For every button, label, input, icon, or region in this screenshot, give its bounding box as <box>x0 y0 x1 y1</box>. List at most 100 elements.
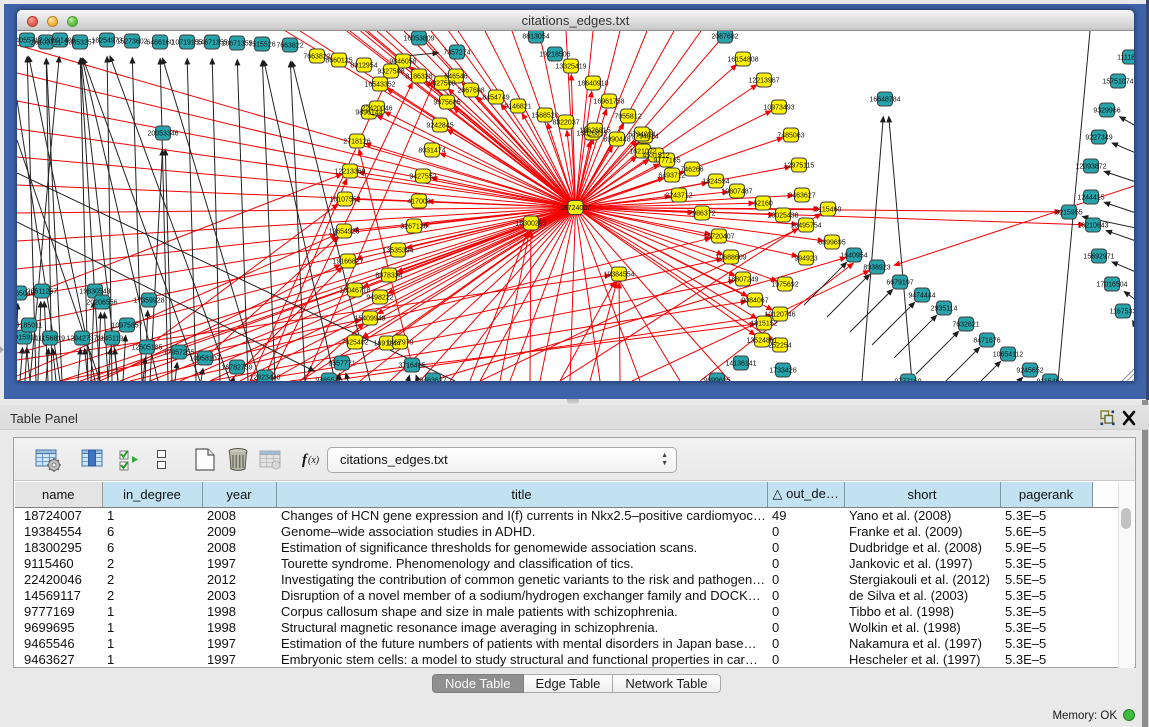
svg-text:10120746: 10120746 <box>764 311 795 318</box>
svg-text:8185011: 8185011 <box>17 322 42 329</box>
svg-text:8215955: 8215955 <box>1055 209 1082 216</box>
svg-text:9657771: 9657771 <box>328 360 355 367</box>
svg-text:6794024: 6794024 <box>628 131 655 138</box>
svg-text:9777165: 9777165 <box>653 157 680 164</box>
svg-text:8813054: 8813054 <box>522 33 549 40</box>
svg-text:8899695: 8899695 <box>818 239 845 246</box>
svg-text:9327508: 9327508 <box>428 80 455 87</box>
svg-text:7986372: 7986372 <box>688 210 715 217</box>
svg-text:6493712: 6493712 <box>658 172 685 179</box>
svg-text:14136141: 14136141 <box>725 360 756 367</box>
svg-text:8186328: 8186328 <box>405 73 432 80</box>
svg-text:13535394: 13535394 <box>382 247 413 254</box>
svg-text:16053809: 16053809 <box>403 35 434 42</box>
svg-text:19166827: 19166827 <box>332 258 363 265</box>
svg-text:12213369: 12213369 <box>334 168 365 175</box>
svg-text:10975857: 10975857 <box>111 322 142 329</box>
svg-text:9084067: 9084067 <box>741 297 768 304</box>
svg-text:16782759: 16782759 <box>221 364 252 371</box>
svg-text:1467979: 1467979 <box>386 339 413 346</box>
svg-text:18640910: 18640910 <box>577 80 608 87</box>
svg-text:22420046: 22420046 <box>361 105 392 112</box>
svg-text:9699695: 9699695 <box>703 377 730 381</box>
svg-text:2867608: 2867608 <box>457 87 484 94</box>
svg-text:16154808: 16154808 <box>727 56 758 63</box>
svg-text:9498222: 9498222 <box>366 294 393 301</box>
svg-text:13626815: 13626815 <box>579 127 610 134</box>
svg-text:11156819: 11156819 <box>35 335 65 342</box>
svg-text:10973493: 10973493 <box>763 104 794 111</box>
svg-text:15720407: 15720407 <box>703 233 734 240</box>
svg-text:9115460: 9115460 <box>1037 378 1064 381</box>
svg-text:9465546: 9465546 <box>315 377 342 381</box>
svg-text:18807249: 18807249 <box>727 276 758 283</box>
svg-text:17359928: 17359928 <box>133 297 164 304</box>
svg-text:15751074: 15751074 <box>1102 78 1133 85</box>
svg-text:12975115: 12975115 <box>784 162 815 169</box>
svg-text:12093872: 12093872 <box>1075 163 1106 170</box>
svg-text:16107552: 16107552 <box>329 196 360 203</box>
svg-text:9329966: 9329966 <box>1093 107 1120 114</box>
svg-text:1640954: 1640954 <box>840 252 867 259</box>
svg-text:7485063: 7485063 <box>777 132 804 139</box>
svg-text:3716485: 3716485 <box>398 362 425 369</box>
svg-text:19654925: 19654925 <box>328 228 359 235</box>
svg-text:8660125: 8660125 <box>325 57 352 64</box>
svg-text:13325419: 13325419 <box>555 63 586 70</box>
svg-text:8471676: 8471676 <box>973 337 1000 344</box>
svg-text:10025438: 10025438 <box>767 212 798 219</box>
svg-text:15273602: 15273602 <box>116 38 147 45</box>
svg-text:15409948: 15409948 <box>354 315 385 322</box>
svg-text:17016504: 17016504 <box>1096 281 1127 288</box>
svg-text:746266: 746266 <box>680 166 703 173</box>
svg-text:12505185: 12505185 <box>131 344 162 351</box>
svg-text:9463627: 9463627 <box>419 377 446 381</box>
svg-text:18495754: 18495754 <box>790 222 821 229</box>
svg-text:20511267: 20511267 <box>27 288 58 295</box>
svg-text:16961758: 16961758 <box>593 98 624 105</box>
svg-text:1588520: 1588520 <box>531 112 558 119</box>
svg-text:9242845: 9242845 <box>426 122 453 129</box>
svg-text:9846058: 9846058 <box>389 58 416 65</box>
svg-text:6466160: 6466160 <box>146 39 173 46</box>
svg-text:7955812: 7955812 <box>614 113 641 120</box>
svg-text:7625402: 7625402 <box>341 339 368 346</box>
svg-text:1824554: 1824554 <box>702 178 729 185</box>
svg-text:252254: 252254 <box>768 342 791 349</box>
svg-text:9227349: 9227349 <box>1085 134 1112 141</box>
svg-text:20206556: 20206556 <box>86 299 117 306</box>
svg-text:12213967: 12213967 <box>748 77 779 84</box>
svg-text:7663822: 7663822 <box>276 42 303 49</box>
svg-text:7632621: 7632621 <box>952 321 979 328</box>
svg-text:1111834: 1111834 <box>1117 54 1134 61</box>
svg-text:7357274: 7357274 <box>443 49 470 56</box>
svg-text:15692971: 15692971 <box>1083 253 1114 260</box>
svg-text:20053346: 20053346 <box>147 130 178 137</box>
svg-text:546546: 546546 <box>444 73 467 80</box>
svg-text:9463627: 9463627 <box>788 192 815 199</box>
svg-text:7515526: 7515526 <box>248 41 275 48</box>
svg-text:8322037: 8322037 <box>552 119 579 126</box>
svg-text:8990448: 8990448 <box>603 136 630 143</box>
svg-text:9375685: 9375685 <box>433 99 460 106</box>
svg-text:1815152: 1815152 <box>750 320 777 327</box>
svg-text:18724007: 18724007 <box>560 205 591 212</box>
svg-text:19830543: 19830543 <box>79 288 110 295</box>
svg-text:8878334: 8878334 <box>375 272 402 279</box>
svg-text:9146821: 9146821 <box>504 103 531 110</box>
svg-text:19384554: 19384554 <box>603 271 634 278</box>
svg-text:1733426: 1733426 <box>769 367 796 374</box>
svg-text:8912954: 8912954 <box>350 62 377 69</box>
svg-text:1244415: 1244415 <box>1077 194 1104 201</box>
svg-text:2087682: 2087682 <box>711 33 738 40</box>
svg-text:3267130: 3267130 <box>400 223 427 230</box>
svg-text:12942737: 12942737 <box>66 335 97 342</box>
svg-text:16210643: 16210643 <box>1077 222 1108 229</box>
svg-text:9427552: 9427552 <box>409 173 436 180</box>
svg-text:9777169: 9777169 <box>894 378 921 381</box>
svg-text:2718126: 2718126 <box>343 138 370 145</box>
svg-text:18300295: 18300295 <box>515 220 546 227</box>
svg-text:9327508: 9327508 <box>377 68 404 75</box>
svg-text:2935114: 2935114 <box>931 305 958 312</box>
svg-text:994923: 994923 <box>794 255 817 262</box>
